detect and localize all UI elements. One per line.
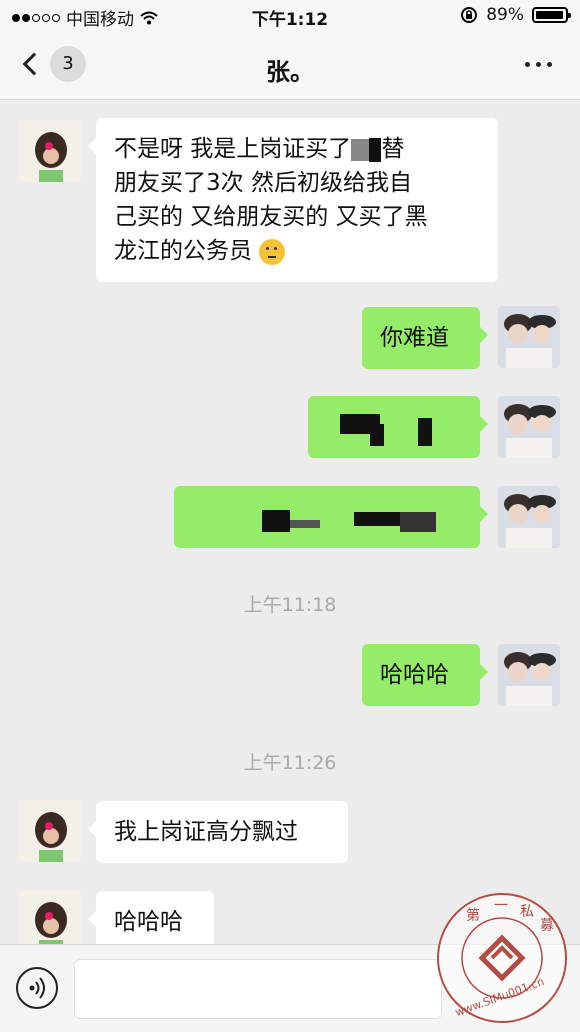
message-input[interactable]: [74, 959, 442, 1019]
message-bubble-me-redacted[interactable]: [308, 396, 488, 458]
child-avatar-icon: [19, 800, 81, 862]
battery-percent: 89%: [486, 5, 524, 25]
contact-avatar[interactable]: [19, 800, 81, 862]
more-icon-dot: [525, 62, 530, 67]
message-bubble-them[interactable]: 我上岗证高分飘过: [88, 801, 348, 863]
user-avatar-icon: [498, 306, 560, 368]
my-avatar[interactable]: [498, 306, 560, 368]
contact-avatar[interactable]: [19, 890, 81, 952]
thinking-face-icon: [259, 238, 286, 265]
message-line: 不是呀 我是上岗证买了替: [114, 136, 405, 162]
redacted-block: [262, 510, 290, 532]
status-bar: 中国移动 下午1:12 89%: [0, 0, 580, 32]
redacted-block: [354, 512, 402, 526]
message-bubble-them[interactable]: 不是呀 我是上岗证买了替 朋友买了3次 然后初级给我自 己买的 又给朋友买的 又…: [88, 118, 498, 282]
watermark-char: 私: [520, 904, 534, 920]
contact-avatar[interactable]: [19, 120, 81, 182]
my-avatar[interactable]: [498, 486, 560, 548]
message-bubble-me-redacted[interactable]: [174, 486, 488, 548]
watermark-char: 第: [466, 907, 480, 924]
message-line: 己买的 又给朋友买的 又买了黑: [114, 204, 428, 230]
my-avatar[interactable]: [498, 396, 560, 458]
more-options-button[interactable]: [525, 62, 552, 67]
redacted-block: [370, 424, 384, 446]
redacted-block: [290, 520, 320, 528]
rotation-lock-icon: [461, 7, 478, 23]
child-avatar-icon: [19, 120, 81, 182]
user-avatar-icon: [498, 644, 560, 706]
redacted-block: [400, 512, 436, 532]
battery-icon: [532, 7, 571, 23]
voice-button[interactable]: [16, 967, 58, 1009]
message-bubble-me[interactable]: 你难道: [362, 307, 488, 369]
nav-bar: 3 张。: [0, 32, 580, 100]
user-avatar-icon: [498, 396, 560, 458]
message-bubble-me[interactable]: 哈哈哈: [362, 644, 488, 706]
redacted-block: [418, 418, 432, 446]
chat-title: 张。: [266, 58, 314, 86]
timestamp: 上午11:26: [243, 752, 337, 774]
more-icon-dot: [547, 62, 552, 67]
input-bar: [0, 944, 580, 1032]
redacted-block: [351, 138, 370, 161]
voice-icon: [29, 977, 45, 999]
child-avatar-icon: [19, 890, 81, 952]
watermark-char: 募: [540, 918, 554, 934]
my-avatar[interactable]: [498, 644, 560, 706]
status-right: 89%: [460, 5, 571, 25]
redacted-block: [369, 137, 382, 162]
message-line: 朋友买了3次 然后初级给我自: [114, 170, 412, 196]
user-avatar-icon: [498, 486, 560, 548]
watermark-char: 一: [494, 898, 508, 914]
timestamp: 上午11:18: [243, 594, 337, 616]
more-icon-dot: [536, 62, 541, 67]
message-line: 龙江的公务员: [114, 234, 480, 268]
